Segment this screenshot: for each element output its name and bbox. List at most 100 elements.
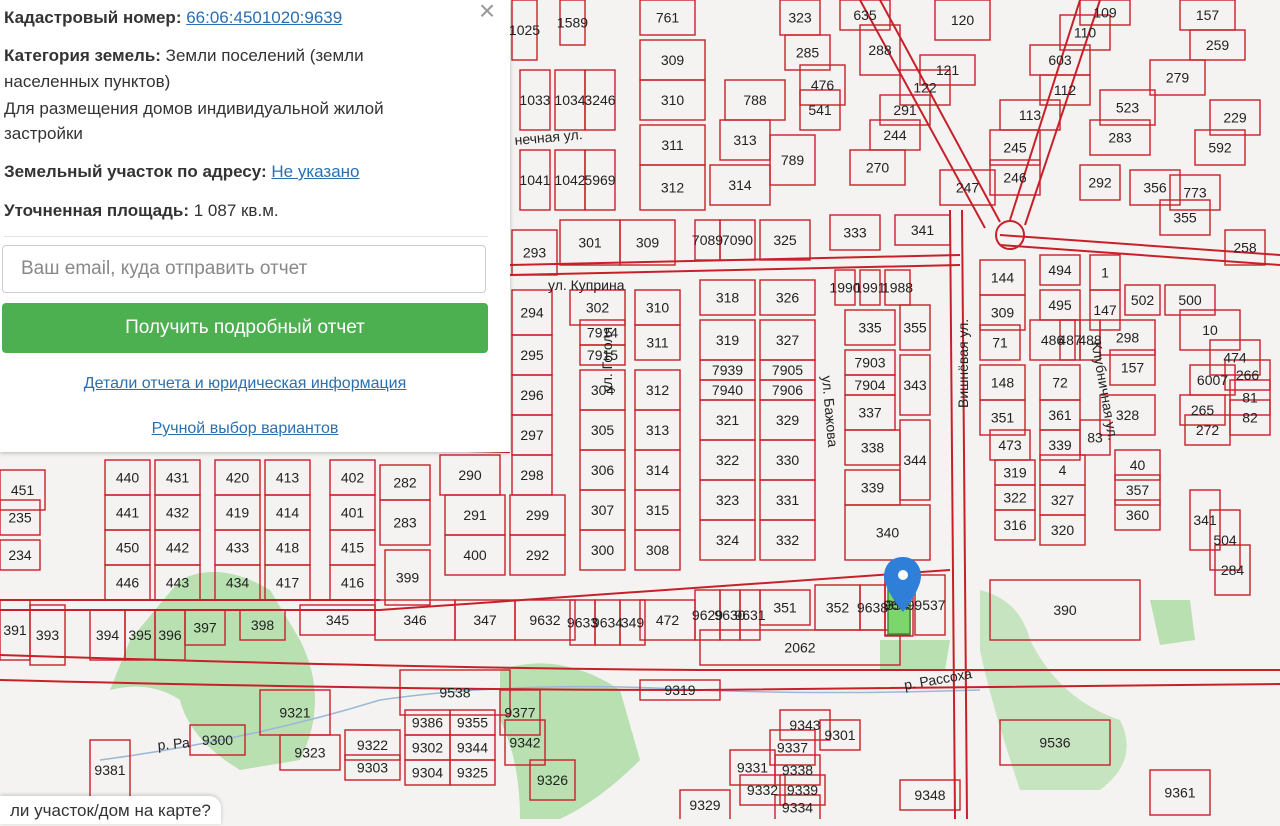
- parcel-number: 294: [520, 305, 544, 321]
- address-link[interactable]: Не указано: [271, 162, 359, 181]
- parcel-number: 326: [776, 290, 800, 306]
- parcel-number: 1: [1101, 265, 1109, 281]
- street-label: ул. Куприна: [548, 277, 625, 293]
- parcel-number: 431: [166, 470, 190, 486]
- report-details-link[interactable]: Детали отчета и юридическая информация: [0, 375, 490, 393]
- parcel-number: 72: [1052, 375, 1068, 391]
- parcel-number: 229: [1223, 110, 1247, 126]
- parcel-number: 266: [1236, 367, 1260, 383]
- parcel-number: 290: [458, 467, 482, 483]
- parcel-number: 331: [776, 492, 800, 508]
- parcel-number: 6007: [1197, 372, 1228, 388]
- parcel-number: 120: [951, 12, 975, 28]
- parcel-number: 330: [776, 452, 800, 468]
- parcel-number: 1041: [519, 172, 550, 188]
- parcel-number: 7904: [854, 377, 885, 393]
- parcel-number: 402: [341, 470, 365, 486]
- area-value: 1 087 кв.м.: [193, 201, 279, 220]
- parcel-number: 390: [1053, 602, 1077, 618]
- parcel-number: 306: [591, 462, 615, 478]
- parcel-number: 414: [276, 505, 300, 521]
- area-label: Уточненная площадь:: [4, 201, 189, 220]
- parcel-number: 83: [1087, 430, 1103, 446]
- parcel-number: 417: [276, 575, 300, 591]
- parcel-number: 7915: [587, 347, 618, 363]
- parcel-number: 523: [1116, 100, 1140, 116]
- area-row: Уточненная площадь: 1 087 кв.м.: [4, 199, 279, 223]
- category-label: Категория земель:: [4, 46, 161, 65]
- parcel-number: 761: [656, 10, 680, 26]
- parcel-number: 343: [903, 377, 927, 393]
- parcel-number: 319: [1003, 465, 1027, 481]
- parcel-number: 320: [1051, 522, 1075, 538]
- email-input[interactable]: [2, 245, 486, 293]
- parcel-number: 299: [526, 507, 550, 523]
- street-label: Вишнёвая ул.: [955, 319, 971, 408]
- parcel-number: 502: [1131, 292, 1155, 308]
- parcel-number: 1025: [509, 22, 540, 38]
- parcel-number: 270: [866, 160, 890, 176]
- parcel-number: 305: [591, 422, 615, 438]
- parcel-number: 391: [3, 622, 27, 638]
- parcel-number: 9303: [357, 760, 388, 776]
- cadastral-number-link[interactable]: 66:06:4501020:9639: [186, 8, 342, 27]
- parcel-number: 339: [1048, 437, 1072, 453]
- parcel-number: 341: [1193, 512, 1217, 528]
- parcel-number: 9322: [357, 737, 388, 753]
- parcel-number: 397: [193, 620, 217, 636]
- parcel-number: 345: [326, 612, 350, 628]
- manual-selection-link[interactable]: Ручной выбор вариантов: [0, 420, 490, 438]
- parcel-number: 440: [116, 470, 140, 486]
- parcel-number: 413: [276, 470, 300, 486]
- parcel-number: 9355: [457, 715, 488, 731]
- parcel-number: 293: [523, 245, 547, 261]
- parcel-number: 314: [728, 177, 752, 193]
- parcel-number: 352: [826, 600, 850, 616]
- parcel-number: 300: [591, 542, 615, 558]
- parcel-number: 355: [1173, 210, 1197, 226]
- parcel-number: 360: [1126, 507, 1150, 523]
- parcel-number: 418: [276, 540, 300, 556]
- parcel-number: 265: [1191, 402, 1215, 418]
- parcel-number: 246: [1003, 170, 1027, 186]
- parcel-number: 335: [858, 320, 882, 336]
- parcel-number: 10: [1202, 322, 1218, 338]
- category-value: Земли поселений (земли: [165, 46, 364, 65]
- parcel-number: 327: [1051, 492, 1075, 508]
- parcel-number: 446: [116, 575, 140, 591]
- parcel-number: 9342: [509, 735, 540, 751]
- parcel-number: 7905: [772, 362, 803, 378]
- parcel-number: 443: [166, 575, 190, 591]
- parcel-number: 7903: [854, 355, 885, 371]
- parcel-number: 82: [1242, 410, 1258, 426]
- parcel-number: 9632: [529, 612, 560, 628]
- get-report-button[interactable]: Получить подробный отчет: [2, 303, 488, 353]
- parcel-number: 488: [1078, 332, 1102, 348]
- bottom-tip[interactable]: ли участок/дом на карте?: [0, 796, 221, 824]
- parcel-number: 327: [776, 332, 800, 348]
- parcel-number: 309: [991, 305, 1015, 321]
- parcel-number: 340: [876, 525, 900, 541]
- parcel-number: 9325: [457, 765, 488, 781]
- parcel-number: 234: [8, 547, 32, 563]
- parcel-number: 338: [861, 440, 885, 456]
- parcel-number: 2062: [784, 640, 815, 656]
- parcel-number: 356: [1143, 180, 1167, 196]
- parcel-number: 541: [808, 102, 832, 118]
- close-icon[interactable]: ×: [474, 0, 500, 25]
- parcel-number: 9331: [737, 760, 768, 776]
- parcel-number: 4: [1059, 462, 1067, 478]
- parcel-number: 9538: [439, 685, 470, 701]
- parcel-number: 393: [36, 627, 60, 643]
- purpose-line-2: застройки: [4, 124, 83, 143]
- parcel-number: 322: [1003, 490, 1027, 506]
- parcel-number: 295: [520, 347, 544, 363]
- parcel-number: 311: [646, 335, 669, 351]
- parcel-number: 313: [733, 132, 757, 148]
- parcel-number: 312: [661, 180, 685, 196]
- parcel-number: 9300: [202, 732, 233, 748]
- parcel-number: 474: [1223, 350, 1247, 366]
- parcel-number: 313: [646, 422, 670, 438]
- parcel-number: 3246: [584, 92, 615, 108]
- parcel-number: 9537: [914, 597, 945, 613]
